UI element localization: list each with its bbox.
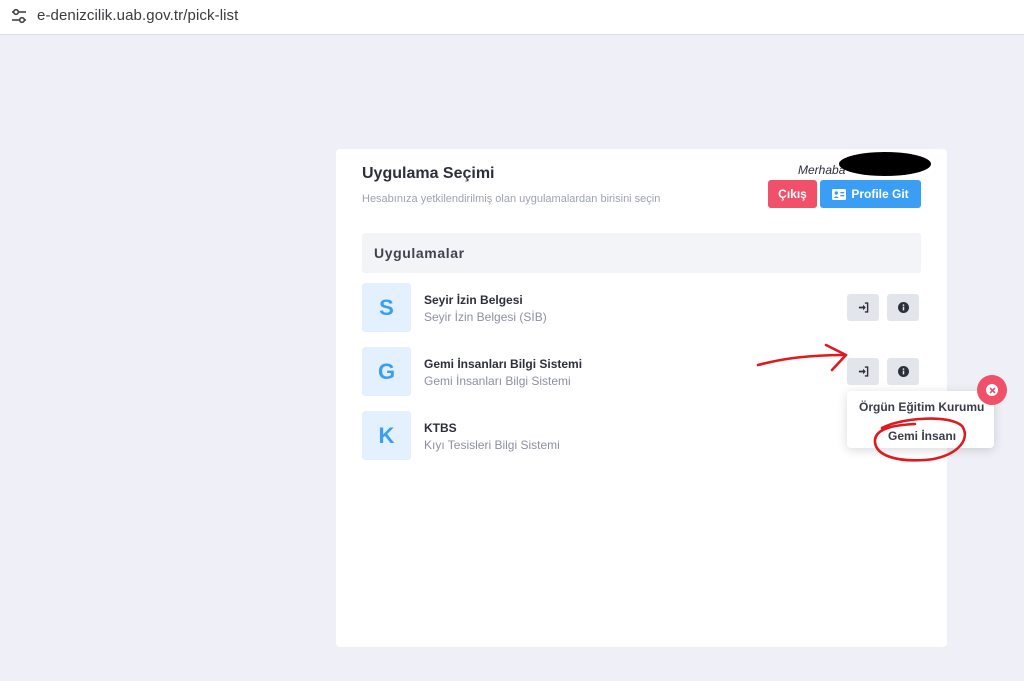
- app-description: Seyir İzin Belgesi (SİB): [424, 310, 547, 324]
- profile-button-label: Profile Git: [851, 187, 909, 201]
- app-name: KTBS: [424, 421, 457, 435]
- sign-in-icon: [858, 366, 868, 377]
- app-row-sib: S Seyir İzin Belgesi Seyir İzin Belgesi …: [362, 283, 921, 333]
- section-title: Uygulamalar: [374, 245, 465, 261]
- app-login-button[interactable]: [847, 294, 879, 321]
- close-icon: [986, 384, 998, 396]
- app-letter-badge: G: [362, 347, 411, 396]
- logout-button[interactable]: Çıkış: [768, 180, 817, 208]
- app-letter-badge: K: [362, 411, 411, 460]
- page-subtitle: Hesabınıza yetkilendirilmiş olan uygulam…: [362, 193, 661, 205]
- info-icon: [897, 302, 909, 313]
- app-info-button[interactable]: [887, 358, 919, 385]
- app-name: Seyir İzin Belgesi: [424, 293, 523, 307]
- redacted-username: [839, 152, 931, 176]
- app-row-gibs: G Gemi İnsanları Bilgi Sistemi Gemi İnsa…: [362, 347, 921, 397]
- sign-in-icon: [858, 302, 868, 313]
- apps-section-header: Uygulamalar: [362, 233, 921, 273]
- info-icon: [897, 366, 909, 377]
- app-info-button[interactable]: [887, 294, 919, 321]
- app-name: Gemi İnsanları Bilgi Sistemi: [424, 357, 583, 371]
- app-description: Kıyı Tesisleri Bilgi Sistemi: [424, 438, 560, 452]
- browser-address-bar: e-denizcilik.uab.gov.tr/pick-list: [0, 0, 1024, 35]
- close-dropdown-button[interactable]: [977, 375, 1007, 405]
- app-login-button[interactable]: [847, 358, 879, 385]
- id-card-icon: [832, 188, 847, 200]
- app-row-ktbs: K KTBS Kıyı Tesisleri Bilgi Sistemi: [362, 411, 921, 461]
- role-dropdown: Örgün Eğitim Kurumu Gemi İnsanı: [847, 391, 994, 448]
- app-description: Gemi İnsanları Bilgi Sistemi: [424, 374, 571, 388]
- app-letter-badge: S: [362, 283, 411, 332]
- tune-icon[interactable]: [9, 6, 29, 26]
- dropdown-option-gemi-insani[interactable]: Gemi İnsanı: [888, 429, 956, 443]
- page-title: Uygulama Seçimi: [362, 165, 495, 182]
- url-text[interactable]: e-denizcilik.uab.gov.tr/pick-list: [37, 7, 238, 24]
- dropdown-option-orgun-egitim[interactable]: Örgün Eğitim Kurumu: [859, 400, 984, 414]
- profile-button[interactable]: Profile Git: [820, 180, 921, 208]
